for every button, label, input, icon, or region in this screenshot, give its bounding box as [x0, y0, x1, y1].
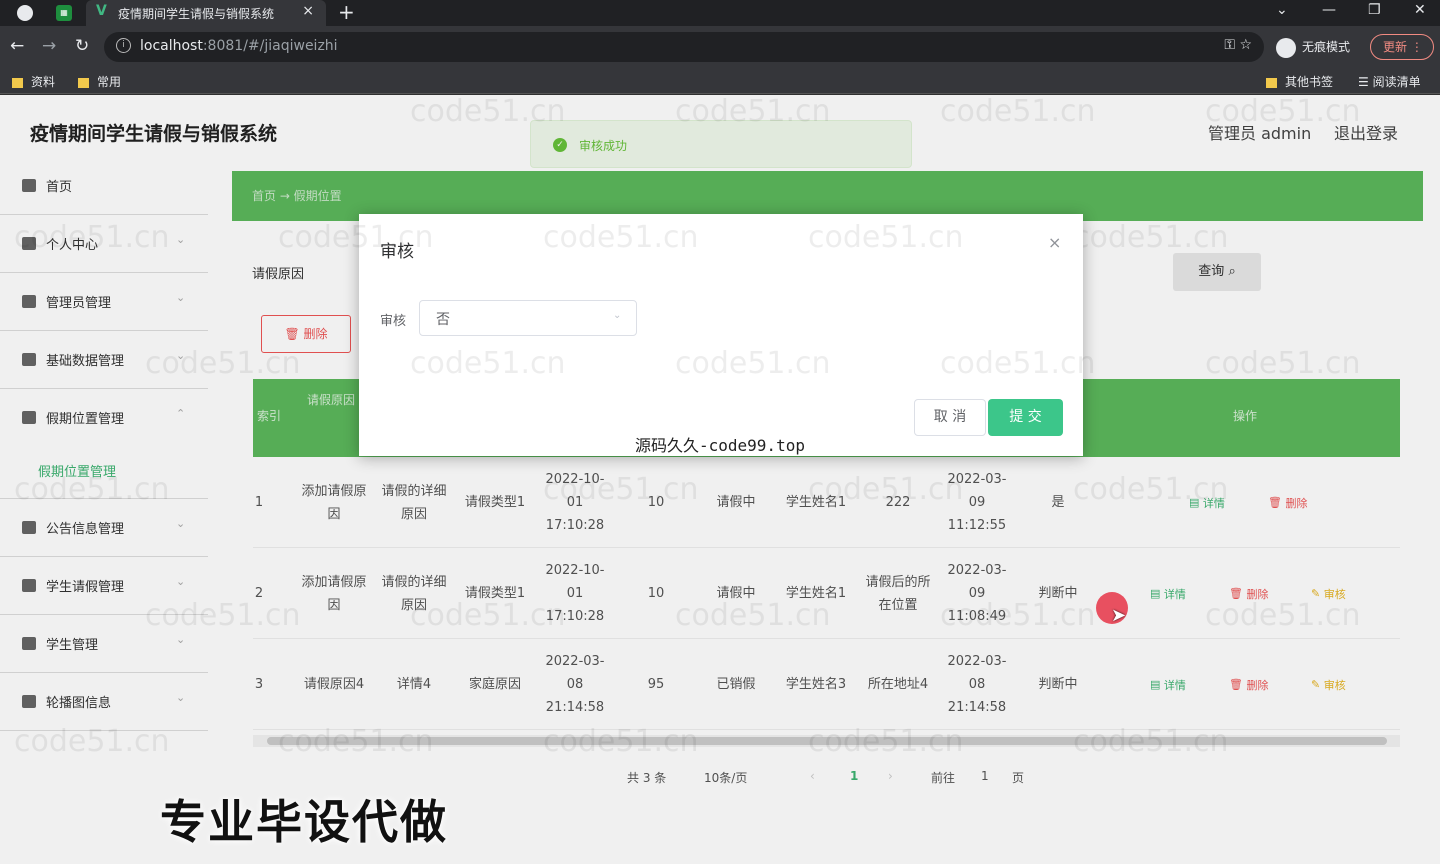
- incognito-badge[interactable]: 无痕模式: [1276, 32, 1350, 62]
- audit-dialog: 审核 × 审核 否 ⌄ 取 消 提 交 code51.cn code51.cn …: [278, 214, 1096, 456]
- watermark: code51.cn: [543, 220, 699, 255]
- forward-icon[interactable]: →: [42, 36, 56, 56]
- sheets-tab-icon[interactable]: ▦: [56, 5, 72, 21]
- watermark: code51.cn: [940, 346, 1096, 381]
- chevron-down-icon: ⌄: [613, 310, 622, 321]
- close-icon[interactable]: ×: [1048, 233, 1061, 252]
- folder-icon: [12, 77, 23, 88]
- audit-select[interactable]: 否 ⌄: [419, 300, 637, 336]
- submit-button[interactable]: 提 交: [988, 399, 1063, 436]
- watermark: code51.cn: [808, 220, 964, 255]
- reload-icon[interactable]: ↻: [75, 36, 89, 56]
- folder-icon: [78, 77, 89, 88]
- modal-overlay: [0, 95, 1440, 864]
- new-tab-icon[interactable]: +: [338, 0, 355, 24]
- reading-list[interactable]: ☰ 阅读清单: [1358, 73, 1421, 90]
- key-star-icons[interactable]: ⚿ ☆: [1224, 37, 1252, 53]
- address-bar: ← → ↻ i localhost:8081/#/jiaqiweizhi ⚿ ☆…: [0, 26, 1440, 68]
- update-button[interactable]: 更新 ⋮: [1370, 34, 1434, 60]
- watermark: code51.cn: [410, 346, 566, 381]
- restore-icon[interactable]: ❐: [1368, 2, 1381, 18]
- incognito-icon: [1276, 37, 1296, 58]
- close-window-icon[interactable]: ✕: [1414, 2, 1426, 18]
- bookmark-folder-1[interactable]: 资料: [12, 73, 55, 90]
- browser-tab-strip: ▦ V 疫情期间学生请假与销假系统 × + ⌄ — ❐ ✕: [0, 0, 1440, 26]
- cancel-button[interactable]: 取 消: [914, 399, 986, 436]
- tab-title: 疫情期间学生请假与销假系统: [118, 7, 275, 21]
- mouse-cursor-icon: ➤: [1111, 605, 1127, 626]
- dialog-title: 审核: [380, 242, 414, 262]
- back-icon[interactable]: ←: [10, 36, 24, 56]
- audit-label: 审核: [380, 314, 407, 329]
- folder-icon: [1266, 77, 1277, 88]
- vue-logo-icon: V: [96, 3, 107, 19]
- watermark: code51.cn: [675, 346, 831, 381]
- browser-tab-active[interactable]: V 疫情期间学生请假与销假系统 ×: [86, 0, 326, 26]
- minimize-icon[interactable]: —: [1322, 2, 1336, 18]
- bookmarks-bar: 资料 常用 其他书签 ☰ 阅读清单: [0, 68, 1440, 94]
- bookmark-folder-2[interactable]: 常用: [78, 73, 121, 90]
- dialog-footer-text: 源码久久-code99.top: [635, 436, 805, 455]
- tab-close-icon[interactable]: ×: [302, 3, 314, 19]
- tab-search-icon[interactable]: ⌄: [1276, 2, 1288, 18]
- url-text: localhost:8081/#/jiaqiweizhi: [140, 38, 338, 54]
- other-bookmarks[interactable]: 其他书签: [1266, 73, 1333, 90]
- browser-menu-icon[interactable]: [17, 5, 33, 21]
- url-input[interactable]: i localhost:8081/#/jiaqiweizhi ⚿ ☆: [104, 32, 1264, 62]
- overlay-caption: 专业毕设代做: [160, 795, 448, 849]
- site-info-icon[interactable]: i: [116, 38, 131, 53]
